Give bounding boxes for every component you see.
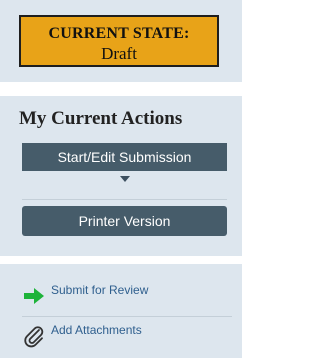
start-edit-submission-button[interactable]: Start/Edit Submission: [22, 143, 227, 171]
printer-version-button[interactable]: Printer Version: [22, 206, 227, 236]
green-arrow-right-icon: [24, 288, 44, 304]
paperclip-icon: [24, 326, 44, 348]
caret-down-icon: [119, 176, 130, 182]
current-state-value: Draft: [101, 44, 137, 63]
add-attachments-link[interactable]: Add Attachments: [22, 320, 232, 350]
current-state-heading: CURRENT STATE:: [48, 25, 190, 42]
divider: [22, 199, 227, 200]
current-state-badge: CURRENT STATE: Draft: [19, 15, 219, 67]
submit-for-review-label: Submit for Review: [51, 283, 149, 297]
add-attachments-label: Add Attachments: [51, 323, 142, 337]
submit-for-review-link[interactable]: Submit for Review: [22, 280, 232, 310]
actions-links-panel: Submit for Review Add Attachments: [0, 264, 242, 358]
start-edit-dropdown-toggle[interactable]: [22, 171, 227, 187]
actions-heading: My Current Actions: [19, 108, 183, 129]
current-state-panel: CURRENT STATE: Draft: [0, 0, 242, 82]
divider: [22, 316, 232, 317]
my-current-actions-panel: My Current Actions Start/Edit Submission…: [0, 96, 242, 256]
